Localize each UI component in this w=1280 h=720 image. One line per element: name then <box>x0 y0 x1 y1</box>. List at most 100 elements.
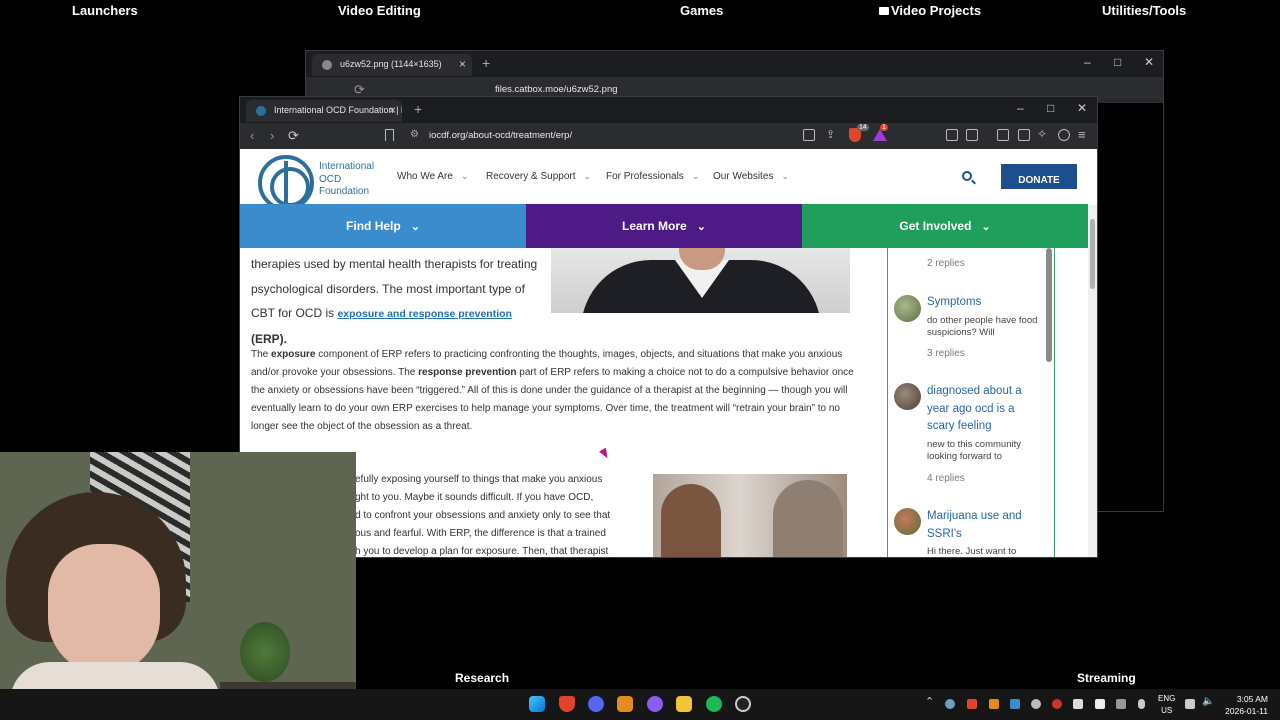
minimize-icon[interactable]: – <box>1017 101 1024 115</box>
close-window-icon[interactable]: ✕ <box>1144 55 1154 69</box>
app-tray-icon[interactable] <box>989 699 999 709</box>
browser-window[interactable]: International OCD Foundation | E × + – □… <box>239 96 1098 558</box>
minimize-icon[interactable]: – <box>1084 55 1091 69</box>
donate-button[interactable]: DONATE <box>1001 164 1077 189</box>
chevron-down-icon: ⌄ <box>410 221 420 233</box>
iocdf-logo-icon[interactable] <box>258 155 314 211</box>
url-field[interactable]: iocdf.org/about-ocd/treatment/erp/ <box>429 130 572 141</box>
desktop-label-video-editing[interactable]: Video Editing <box>338 3 421 18</box>
desktop-label-streaming[interactable]: Streaming <box>1077 671 1136 685</box>
new-tab-icon[interactable]: + <box>414 101 422 117</box>
wallet-icon[interactable] <box>1018 129 1030 141</box>
back-url-field[interactable]: files.catbox.moe/u6zw52.png <box>495 84 618 95</box>
app-tray-icon[interactable] <box>1073 699 1083 709</box>
post-title-link[interactable]: diagnosed about a year ago ocd is a scar… <box>927 383 1045 436</box>
back-arrow-icon[interactable]: ‹ <box>250 128 254 143</box>
logo-wordmark[interactable]: International OCD Foundation <box>319 161 374 199</box>
discord-icon[interactable] <box>588 696 604 712</box>
network-icon[interactable] <box>1185 699 1195 709</box>
desktop-label-launchers[interactable]: Launchers <box>72 3 138 18</box>
post-title-link[interactable]: Marijuana use and SSRI's <box>927 508 1045 543</box>
system-clock[interactable]: 3:05 AM 2026-01-11 <box>1222 693 1268 717</box>
reply-count: 2 replies <box>927 258 965 269</box>
close-window-icon[interactable]: ✕ <box>1077 101 1087 115</box>
desktop-label-video-projects[interactable]: Video Projects <box>879 3 981 18</box>
site-header: International OCD Foundation Who We Are ⌄… <box>240 149 1090 211</box>
logo-line-1: International <box>319 161 375 172</box>
avatar[interactable] <box>894 295 921 322</box>
tab-search-icon[interactable] <box>966 129 978 141</box>
scrollbar-thumb[interactable] <box>1090 219 1095 289</box>
nav-who-we-are[interactable]: Who We Are ⌄ <box>397 171 469 182</box>
desktop-label-utilities[interactable]: Utilities/Tools <box>1102 3 1186 18</box>
reader-mode-icon[interactable] <box>803 129 815 141</box>
image-favicon-icon <box>322 60 332 70</box>
avatar[interactable] <box>894 383 921 410</box>
brave-tray-icon[interactable] <box>967 699 977 709</box>
steam-tray-icon[interactable] <box>945 699 955 709</box>
volume-icon[interactable]: 🔈 <box>1202 696 1214 707</box>
microphone-icon[interactable] <box>1138 699 1145 709</box>
app-tray-icon[interactable] <box>1031 699 1041 709</box>
language-indicator[interactable]: ENG US <box>1158 693 1175 717</box>
back-browser-tab[interactable]: u6zw52.png (1144×1635) × <box>312 54 472 76</box>
extensions-icon[interactable] <box>946 129 958 141</box>
chevron-down-icon: ⌄ <box>691 171 700 181</box>
app-tray-icon[interactable] <box>1052 699 1062 709</box>
app-purple-icon[interactable] <box>647 696 663 712</box>
obs-icon[interactable] <box>735 696 751 712</box>
file-explorer-icon[interactable] <box>676 696 692 712</box>
tab-find-help[interactable]: Find Help ⌄ <box>240 204 526 248</box>
mouse-cursor-icon <box>599 447 611 461</box>
share-icon[interactable]: ⇪ <box>826 128 835 141</box>
tab-strip: International OCD Foundation | E × + – □… <box>240 97 1097 123</box>
app-orange-icon[interactable] <box>617 696 633 712</box>
sidebar-icon[interactable] <box>997 129 1009 141</box>
page-scrollbar[interactable] <box>1088 205 1097 557</box>
active-tab[interactable]: International OCD Foundation | E × <box>246 100 402 122</box>
sidebar-scrollbar[interactable] <box>1046 248 1052 362</box>
start-windows-icon[interactable] <box>529 696 545 712</box>
app-tray-icon[interactable] <box>1116 699 1126 709</box>
tray-chevron-up-icon[interactable]: ⌃ <box>925 695 934 708</box>
menu-icon[interactable]: ≡ <box>1078 127 1086 142</box>
intro-suffix: (ERP). <box>251 331 287 346</box>
tab-get-involved[interactable]: Get Involved ⌄ <box>802 204 1088 248</box>
post-title-link[interactable]: Symptoms <box>927 294 1045 312</box>
search-icon[interactable] <box>962 171 972 181</box>
brave-browser-icon[interactable] <box>559 696 575 712</box>
nav-recovery-support[interactable]: Recovery & Support ⌄ <box>486 171 591 182</box>
close-tab-icon[interactable]: × <box>389 103 396 117</box>
desktop-label-research[interactable]: Research <box>455 671 509 685</box>
article-intro: therapies used by mental health therapis… <box>251 252 546 351</box>
maximize-icon[interactable]: □ <box>1047 101 1054 115</box>
p3-line: ous and fearful. With ERP, the differenc… <box>355 528 606 539</box>
folder-icon <box>879 7 889 15</box>
close-tab-icon[interactable]: × <box>459 57 466 71</box>
avatar[interactable] <box>894 508 921 535</box>
app-tray-icon[interactable] <box>1010 699 1020 709</box>
forward-arrow-icon[interactable]: › <box>270 128 274 143</box>
chevron-down-icon: ⌄ <box>696 221 706 233</box>
maximize-icon[interactable]: □ <box>1114 55 1121 69</box>
tab-learn-more[interactable]: Learn More ⌄ <box>526 204 802 248</box>
nav-our-websites[interactable]: Our Websites ⌄ <box>713 171 789 182</box>
vpn-icon[interactable] <box>1058 129 1070 141</box>
p2-text-a: The <box>251 349 269 360</box>
chevron-down-icon: ⌄ <box>981 221 991 233</box>
tab-label: Get Involved <box>899 219 972 233</box>
therapist-photo <box>551 248 850 313</box>
desktop-label-games[interactable]: Games <box>680 3 723 18</box>
spotify-icon[interactable] <box>706 696 722 712</box>
site-info-icon[interactable]: ⚙ <box>410 129 419 140</box>
p3-line: d to confront your obsessions and anxiet… <box>355 510 611 521</box>
reload-icon[interactable]: ⟳ <box>288 128 299 144</box>
new-tab-icon[interactable]: + <box>482 55 490 71</box>
nav-for-professionals[interactable]: For Professionals ⌄ <box>606 171 699 182</box>
nav-label: Who We Are <box>397 171 453 182</box>
logo-line-3: Foundation <box>319 186 370 197</box>
bookmark-icon[interactable] <box>385 129 394 141</box>
erp-link[interactable]: exposure and response prevention <box>337 308 511 320</box>
leo-ai-icon[interactable]: ✧ <box>1037 127 1047 141</box>
app-tray-icon[interactable] <box>1095 699 1105 709</box>
